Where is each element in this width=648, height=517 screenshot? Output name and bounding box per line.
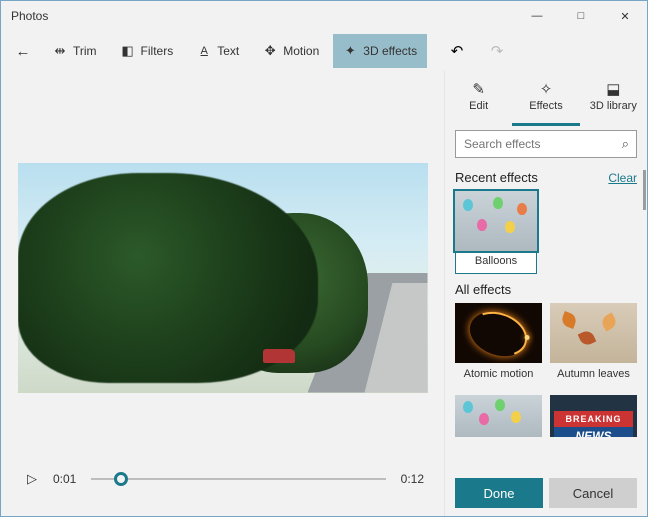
- app-title: Photos: [1, 9, 515, 23]
- tool-text[interactable]: A Text: [187, 34, 249, 68]
- effect-atomic-motion[interactable]: Atomic motion: [455, 303, 542, 387]
- scrollbar-thumb[interactable]: [643, 170, 646, 210]
- effect-thumbnail: BREAKINGNEWS: [550, 395, 637, 437]
- trim-icon: ⇹: [53, 44, 67, 58]
- tool-label: Filters: [141, 44, 174, 58]
- effect-thumbnail: [550, 303, 637, 363]
- window-buttons: — □ ✕: [515, 1, 647, 31]
- video-preview[interactable]: [18, 163, 428, 393]
- minimize-button[interactable]: —: [515, 1, 559, 31]
- playback-bar: ▷ 0:01 0:12: [13, 454, 432, 504]
- play-button[interactable]: ▷: [21, 468, 43, 490]
- filters-icon: ◧: [121, 44, 135, 58]
- undo-button[interactable]: ↶: [443, 37, 471, 65]
- effect-thumbnail: [455, 395, 542, 437]
- effects-icon: ✧: [540, 80, 553, 97]
- seek-thumb[interactable]: [114, 472, 128, 486]
- effect-thumbnail: [455, 303, 542, 363]
- effects-panel: ✎ Edit ✧ Effects ⬓ 3D library ⌕ Recent e…: [444, 71, 647, 516]
- effect-label: Autumn leaves: [556, 363, 631, 387]
- maximize-button[interactable]: □: [559, 1, 603, 31]
- tab-edit[interactable]: ✎ Edit: [445, 71, 512, 126]
- editor-area: ▷ 0:01 0:12: [1, 71, 444, 516]
- back-button[interactable]: ←: [7, 35, 39, 67]
- effect-label: Atomic motion: [463, 363, 535, 387]
- duration-time: 0:12: [396, 472, 424, 486]
- tool-trim[interactable]: ⇹ Trim: [43, 34, 107, 68]
- motion-icon: ✥: [263, 44, 277, 58]
- effect-balloons[interactable]: Balloons: [455, 191, 537, 274]
- clear-link[interactable]: Clear: [608, 171, 637, 185]
- panel-tabs: ✎ Edit ✧ Effects ⬓ 3D library: [445, 71, 647, 126]
- tool-label: 3D effects: [363, 44, 417, 58]
- tab-label: 3D library: [590, 100, 637, 112]
- close-button[interactable]: ✕: [603, 1, 647, 31]
- main-toolbar: ← ⇹ Trim ◧ Filters A Text ✥ Motion ✦ 3D …: [1, 31, 647, 71]
- tool-label: Text: [217, 44, 239, 58]
- recent-effects-header: Recent effects: [455, 170, 538, 185]
- cancel-button[interactable]: Cancel: [549, 478, 637, 508]
- search-icon: ⌕: [622, 136, 629, 152]
- current-time: 0:01: [53, 472, 81, 486]
- tool-filters[interactable]: ◧ Filters: [111, 34, 184, 68]
- seek-track[interactable]: [91, 469, 386, 489]
- redo-button[interactable]: ↷: [483, 37, 511, 65]
- effects-scroll[interactable]: Recent effects Clear Balloons All effect…: [445, 166, 647, 470]
- cube-icon: ⬓: [606, 80, 620, 97]
- done-button[interactable]: Done: [455, 478, 543, 508]
- title-bar: Photos — □ ✕: [1, 1, 647, 31]
- search-input[interactable]: [455, 130, 637, 158]
- pencil-icon: ✎: [472, 80, 485, 97]
- tab-label: Effects: [529, 100, 562, 112]
- effect-autumn-leaves[interactable]: Autumn leaves: [550, 303, 637, 387]
- tool-label: Trim: [73, 44, 97, 58]
- tool-label: Motion: [283, 44, 319, 58]
- tool-motion[interactable]: ✥ Motion: [253, 34, 329, 68]
- tab-3d-library[interactable]: ⬓ 3D library: [580, 71, 647, 126]
- text-icon: A: [197, 44, 211, 58]
- effect-balloons-all[interactable]: [455, 395, 542, 437]
- effect-label: Balloons: [455, 251, 537, 274]
- all-effects-header: All effects: [455, 282, 511, 297]
- effect-thumbnail: [455, 191, 537, 251]
- tab-label: Edit: [469, 100, 488, 112]
- tool-3d-effects[interactable]: ✦ 3D effects: [333, 34, 427, 68]
- tab-effects[interactable]: ✧ Effects: [512, 71, 579, 126]
- effect-breaking-news[interactable]: BREAKINGNEWS: [550, 395, 637, 437]
- sparkle-icon: ✦: [343, 44, 357, 58]
